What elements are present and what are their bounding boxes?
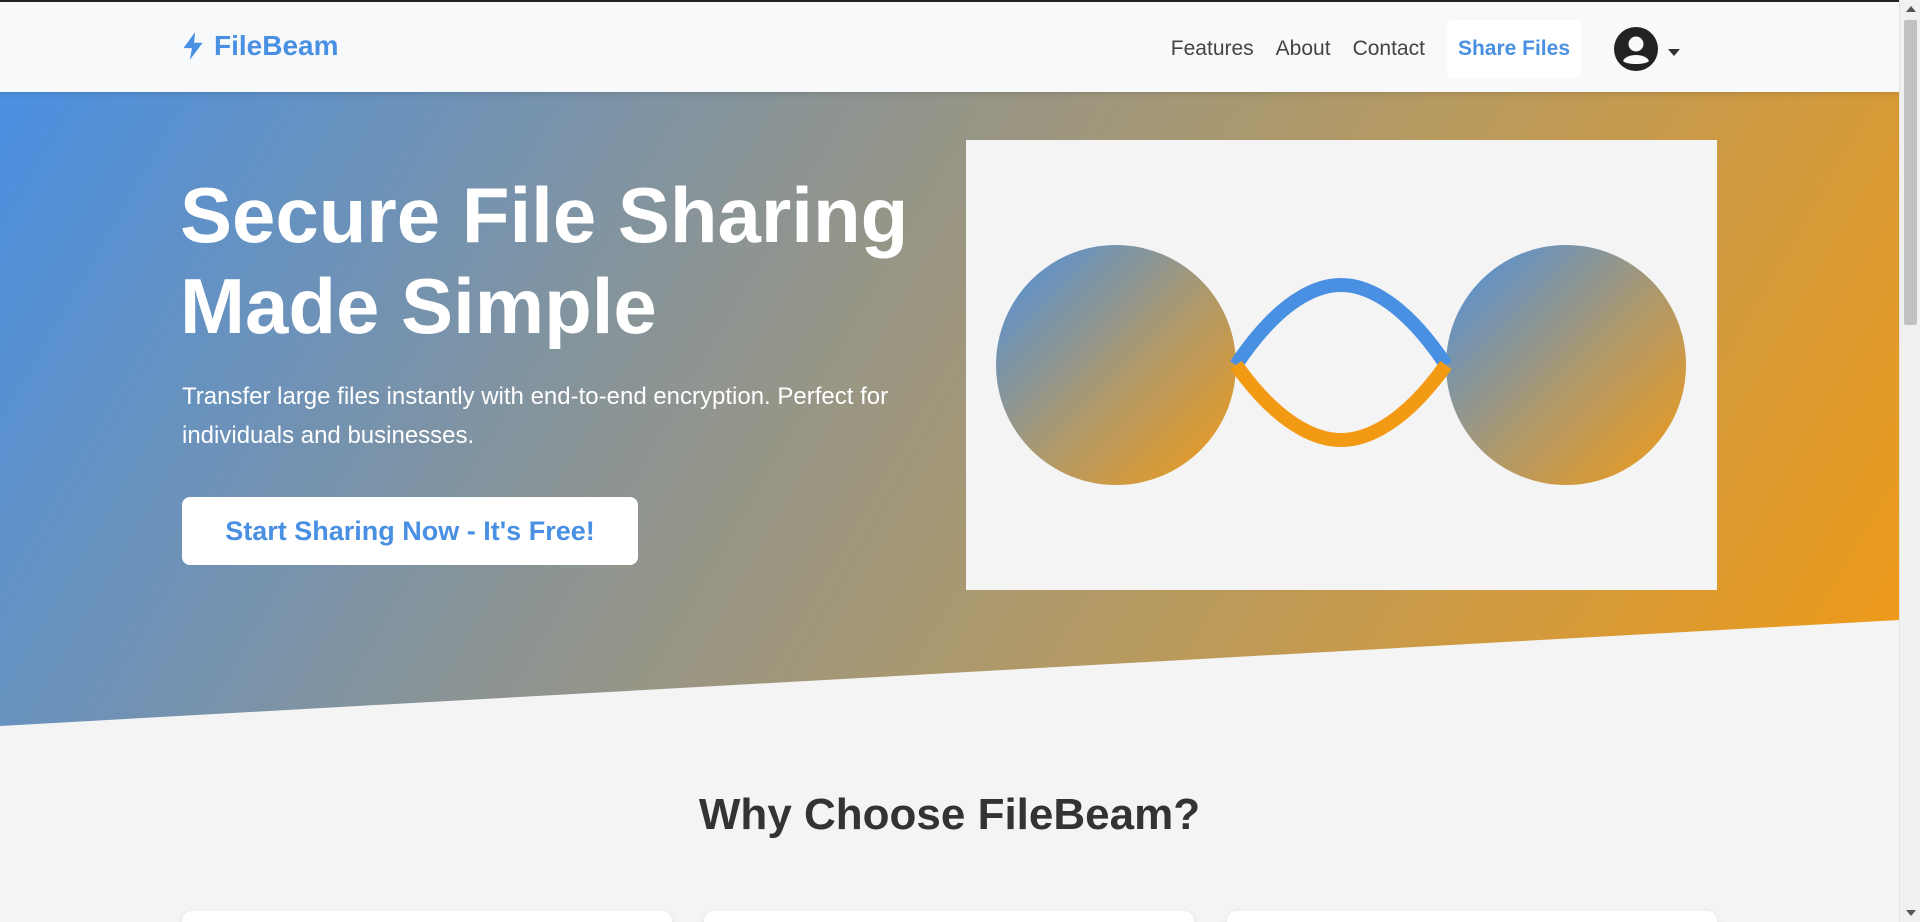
share-files-button[interactable]: Share Files xyxy=(1446,20,1581,78)
scrollbar-thumb[interactable] xyxy=(1904,20,1917,325)
page: FileBeam Features About Contact Share Fi… xyxy=(0,0,1899,922)
nav-links: Features About Contact Share Files xyxy=(1149,20,1680,78)
file-transfer-illustration xyxy=(996,245,1686,485)
brand-name: FileBeam xyxy=(214,30,339,61)
brand-logo-link[interactable]: FileBeam xyxy=(180,30,339,62)
hero-title-line1: Secure File Sharing xyxy=(180,171,909,259)
hero-illustration xyxy=(966,140,1717,590)
page-scrollbar[interactable] xyxy=(1899,0,1920,922)
hero-title: Secure File Sharing Made Simple xyxy=(180,170,940,352)
nav-link-about[interactable]: About xyxy=(1276,37,1331,61)
top-navbar: FileBeam Features About Contact Share Fi… xyxy=(0,0,1899,92)
receiver-node-circle xyxy=(1446,245,1686,485)
user-menu-dropdown[interactable] xyxy=(1614,27,1680,71)
feature-card xyxy=(704,911,1194,922)
scroll-down-arrow-icon[interactable] xyxy=(1906,910,1916,916)
chevron-down-icon xyxy=(1668,48,1680,56)
feature-card xyxy=(182,911,672,922)
sender-node-circle xyxy=(996,245,1236,485)
feature-card xyxy=(1227,911,1717,922)
scroll-up-arrow-icon[interactable] xyxy=(1906,6,1916,12)
nav-link-features[interactable]: Features xyxy=(1171,37,1254,61)
hero-title-line2: Made Simple xyxy=(180,262,657,350)
upper-transfer-arc xyxy=(1230,277,1452,369)
user-avatar-icon xyxy=(1614,27,1658,71)
lightning-bolt-icon xyxy=(183,32,203,60)
features-section-title: Why Choose FileBeam? xyxy=(698,790,1201,839)
hero-subtitle: Transfer large files instantly with end-… xyxy=(182,383,889,449)
start-sharing-button[interactable]: Start Sharing Now - It's Free! xyxy=(182,497,638,565)
nav-link-contact[interactable]: Contact xyxy=(1353,37,1425,61)
lower-transfer-arc xyxy=(1230,360,1452,448)
